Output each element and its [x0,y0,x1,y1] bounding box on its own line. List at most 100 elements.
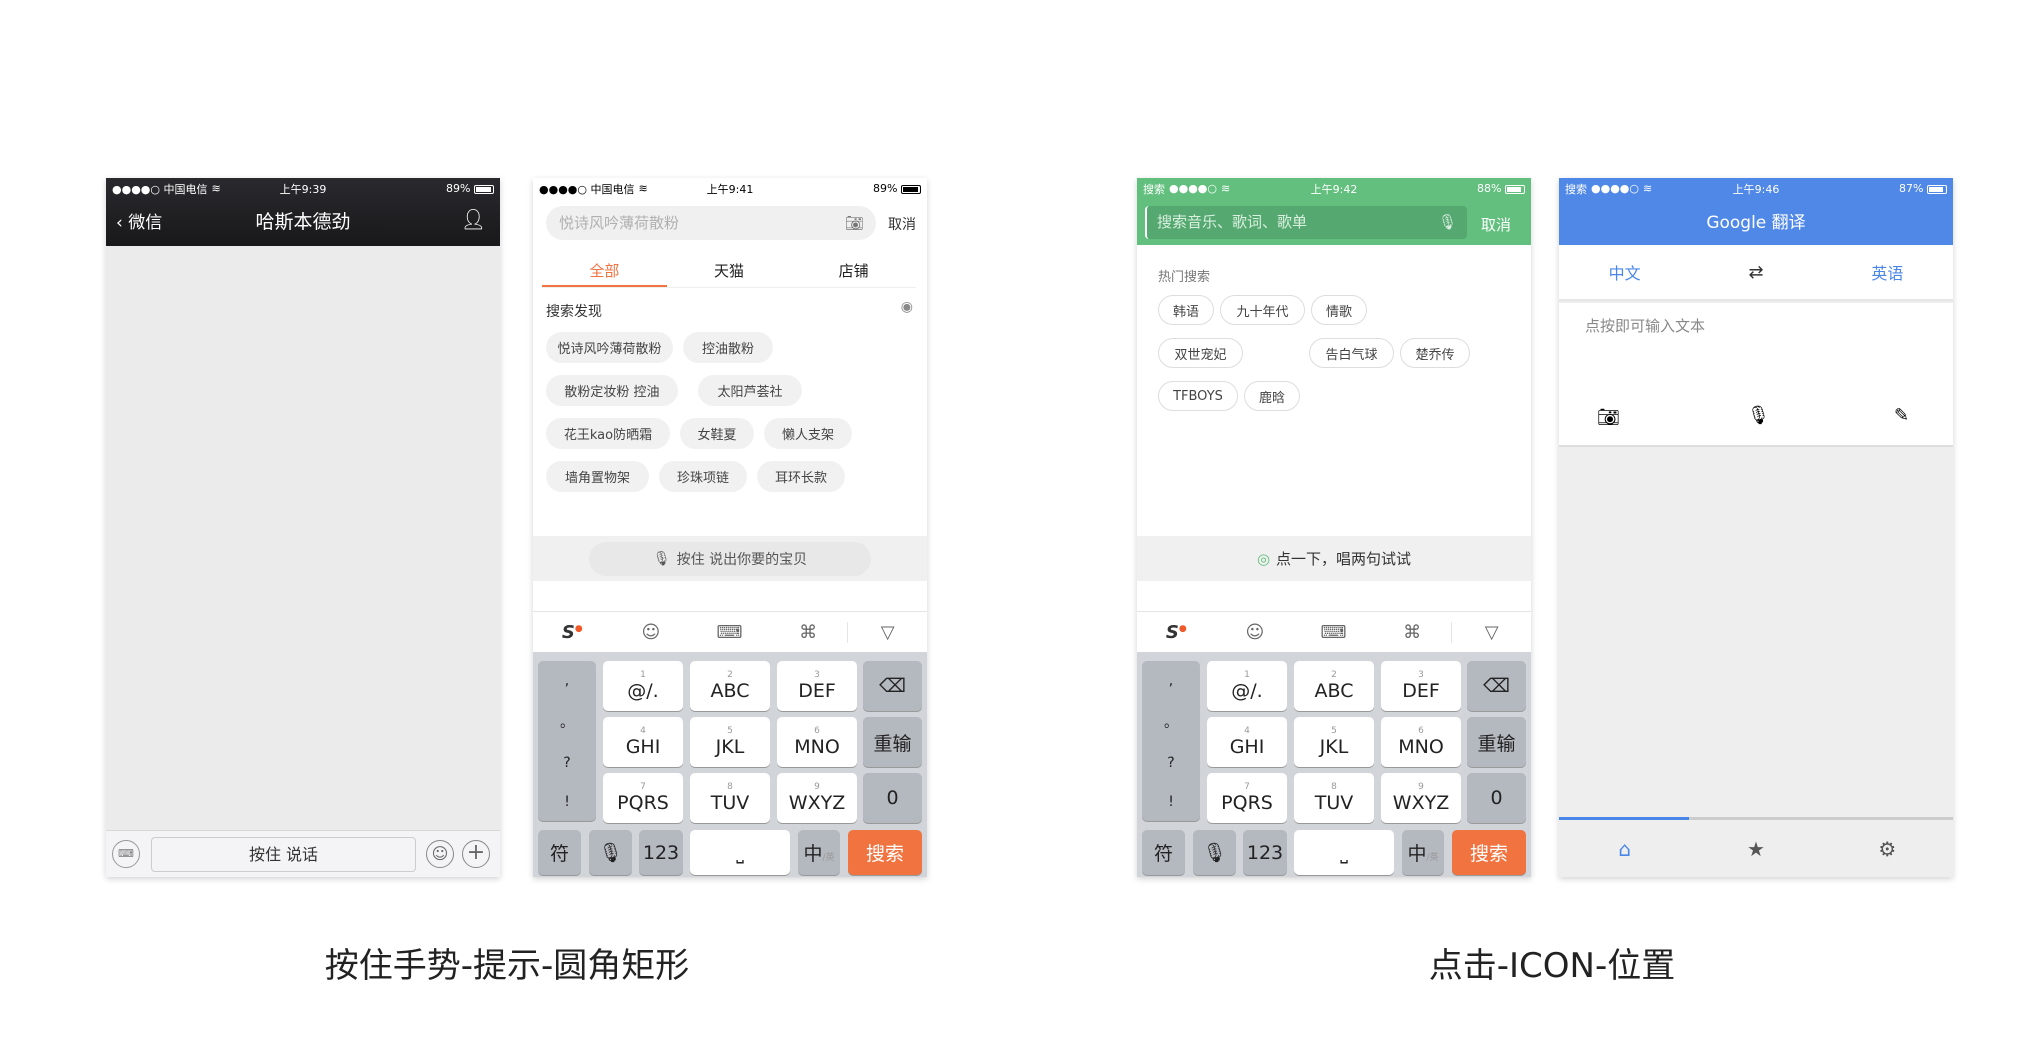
cancel-button[interactable]: 取消 [888,214,916,234]
key-3[interactable]: 3 DEF [1381,661,1461,711]
collapse-keyboard-icon[interactable]: ▽ [1451,621,1531,643]
settings-gear-icon[interactable]: ⚙ [1822,837,1953,861]
punctuation-key[interactable]: , [565,673,569,689]
target-language-button[interactable]: 英语 [1822,260,1953,284]
space-key[interactable]: ⎵ [1294,830,1394,875]
source-language-button[interactable]: 中文 [1559,260,1690,284]
star-icon[interactable]: ★ [1690,837,1821,861]
back-to-search[interactable]: 搜索 [1565,181,1587,197]
punctuation-key[interactable]: ! [564,794,570,810]
chip[interactable]: 鹿晗 [1244,381,1300,411]
search-input[interactable]: 悦诗风吟薄荷散粉 📷︎ [546,206,876,240]
tab-all[interactable]: 全部 [542,260,667,287]
chip[interactable]: 告白气球 [1309,338,1394,368]
punctuation-key[interactable]: ? [563,755,570,771]
symbol-key[interactable]: 符 [1142,830,1185,875]
chip[interactable]: 楚乔传 [1400,338,1470,368]
chip[interactable]: 情歌 [1311,295,1367,325]
punctuation-column[interactable]: , 。?! [1142,661,1200,821]
key-4[interactable]: 4 GHI [1207,717,1287,767]
punctuation-key[interactable]: , [1169,673,1173,689]
tab-tmall[interactable]: 天猫 [667,260,792,287]
key-8[interactable]: 8 TUV [690,773,770,823]
handwriting-pen-icon[interactable]: ✎ [1894,405,1909,426]
key-6[interactable]: 6 MNO [777,717,857,767]
text-input-area[interactable]: 点按即可输入文本 📷︎ 🎙︎ ✎ [1559,303,1953,447]
chip[interactable]: 女鞋夏 [680,418,754,449]
chip[interactable]: 韩语 [1158,295,1214,325]
space-key[interactable]: ⎵ [690,830,790,875]
chip[interactable]: 懒人支架 [764,418,852,449]
key-1[interactable]: 1 @/. [1207,661,1287,711]
key-2[interactable]: 2 ABC [690,661,770,711]
key-8[interactable]: 8 TUV [1294,773,1374,823]
numbers-key[interactable]: 123 [639,830,683,875]
backspace-key[interactable]: ⌫ [863,661,922,711]
emoji-icon[interactable]: ☺ [1216,622,1295,643]
punctuation-key[interactable]: ! [1168,794,1174,810]
sogou-logo-icon[interactable]: S● [1137,622,1216,643]
keyboard-icon[interactable]: ⌨ [690,622,769,643]
back-to-search[interactable]: 搜索 [1143,181,1165,197]
numbers-key[interactable]: 123 [1243,830,1287,875]
profile-icon[interactable]: 👤︎ [461,207,486,231]
hold-to-speak-button[interactable]: 🎙︎ 按住 说出你要的宝贝 [589,541,871,576]
tab-shops[interactable]: 店铺 [791,260,916,287]
retype-key[interactable]: 重输 [1467,717,1526,767]
chip[interactable]: 散粉定妆粉 控油 [546,375,678,406]
retype-key[interactable]: 重输 [863,717,922,767]
chip[interactable]: TFBOYS [1158,381,1238,411]
chip[interactable]: 花王kao防晒霜 [546,418,670,449]
chip[interactable]: 控油散粉 [683,332,773,363]
zero-key[interactable]: 0 [863,773,922,823]
chip[interactable]: 太阳芦荟社 [698,375,802,406]
punctuation-key[interactable]: 。 [1164,712,1178,732]
punctuation-column[interactable]: , 。?! [538,661,596,821]
emoji-icon[interactable]: ☺ [612,622,691,643]
voice-input-key[interactable]: 🎙︎ [1193,830,1236,875]
chip[interactable]: 双世宠妃 [1158,338,1243,368]
key-6[interactable]: 6 MNO [1381,717,1461,767]
keyboard-toggle-icon[interactable]: ⌨ [112,840,140,868]
language-switch-key[interactable]: 中/英 [798,830,840,875]
key-9[interactable]: 9 WXYZ [777,773,857,823]
key-7[interactable]: 7 PQRS [1207,773,1287,823]
language-switch-key[interactable]: 中/英 [1402,830,1444,875]
plus-icon[interactable]: + [462,840,490,868]
key-7[interactable]: 7 PQRS [603,773,683,823]
key-5[interactable]: 5 JKL [690,717,770,767]
collapse-keyboard-icon[interactable]: ▽ [847,621,927,643]
key-3[interactable]: 3 DEF [777,661,857,711]
search-key[interactable]: 搜索 [848,830,922,875]
backspace-key[interactable]: ⌫ [1467,661,1526,711]
chip[interactable]: 九十年代 [1220,295,1305,325]
keyboard-icon[interactable]: ⌨ [1294,622,1373,643]
key-2[interactable]: 2 ABC [1294,661,1374,711]
chip[interactable]: 珍珠项链 [659,461,747,492]
chip[interactable]: 耳环长款 [757,461,845,492]
key-4[interactable]: 4 GHI [603,717,683,767]
camera-icon[interactable]: 📷︎ [1597,407,1620,428]
voice-input-key[interactable]: 🎙︎ [589,830,632,875]
chip[interactable]: 悦诗风吟薄荷散粉 [546,332,673,363]
sing-to-search-button[interactable]: ◎ 点一下，唱两句试试 [1137,536,1531,581]
camera-icon[interactable]: 📷︎ [845,206,864,240]
search-key[interactable]: 搜索 [1452,830,1526,875]
sogou-logo-icon[interactable]: S● [533,622,612,643]
home-icon[interactable]: ⌂ [1559,837,1690,861]
cancel-button[interactable]: 取消 [1481,214,1511,235]
swap-languages-icon[interactable]: ⇄ [1690,262,1821,283]
chip[interactable]: 墙角置物架 [546,461,649,492]
command-icon[interactable]: ⌘ [1373,622,1452,643]
search-input[interactable]: 搜索音乐、歌词、歌单 🎙︎ [1145,206,1467,239]
microphone-icon[interactable]: 🎙︎ [1438,206,1457,239]
eye-icon[interactable]: ◉ [901,299,913,315]
punctuation-key[interactable]: ? [1167,755,1174,771]
emoji-icon[interactable]: ☺ [426,840,454,868]
punctuation-key[interactable]: 。 [560,712,574,732]
key-1[interactable]: 1 @/. [603,661,683,711]
zero-key[interactable]: 0 [1467,773,1526,823]
key-5[interactable]: 5 JKL [1294,717,1374,767]
command-icon[interactable]: ⌘ [769,622,848,643]
hold-to-talk-button[interactable]: 按住 说话 [151,837,416,872]
